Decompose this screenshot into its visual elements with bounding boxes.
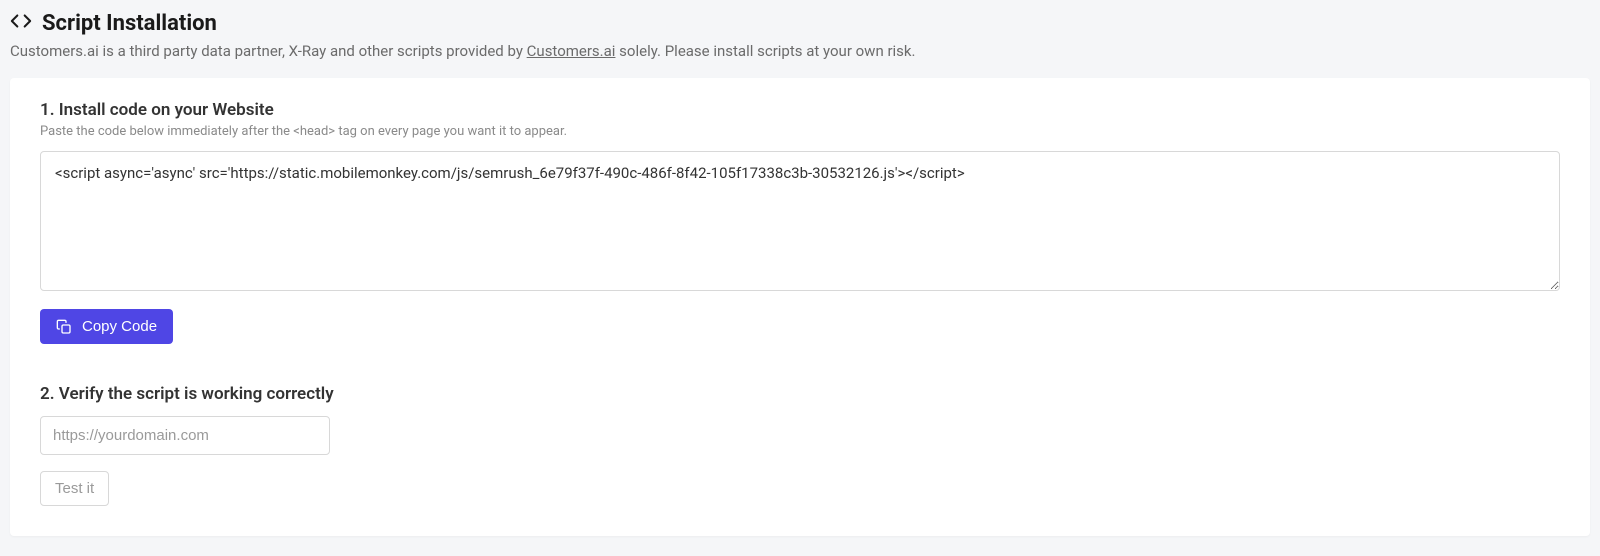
- step2-title: 2. Verify the script is working correctl…: [40, 384, 1560, 404]
- copy-code-label: Copy Code: [82, 318, 157, 335]
- script-code-textarea[interactable]: [40, 151, 1560, 291]
- install-card: 1. Install code on your Website Paste th…: [10, 78, 1590, 536]
- subtitle-text-after: solely. Please install scripts at your o…: [615, 42, 915, 60]
- test-it-button[interactable]: Test it: [40, 471, 109, 506]
- code-icon: [10, 10, 32, 36]
- page-subtitle: Customers.ai is a third party data partn…: [10, 42, 1590, 60]
- step1-desc: Paste the code below immediately after t…: [40, 124, 1560, 139]
- step1-title: 1. Install code on your Website: [40, 100, 1560, 120]
- copy-icon: [56, 319, 72, 335]
- page-header: Script Installation: [10, 10, 1590, 36]
- customers-ai-link[interactable]: Customers.ai: [527, 42, 616, 60]
- page-title: Script Installation: [42, 11, 217, 36]
- domain-input[interactable]: [40, 416, 330, 455]
- subtitle-text-before: Customers.ai is a third party data partn…: [10, 42, 527, 60]
- copy-code-button[interactable]: Copy Code: [40, 309, 173, 344]
